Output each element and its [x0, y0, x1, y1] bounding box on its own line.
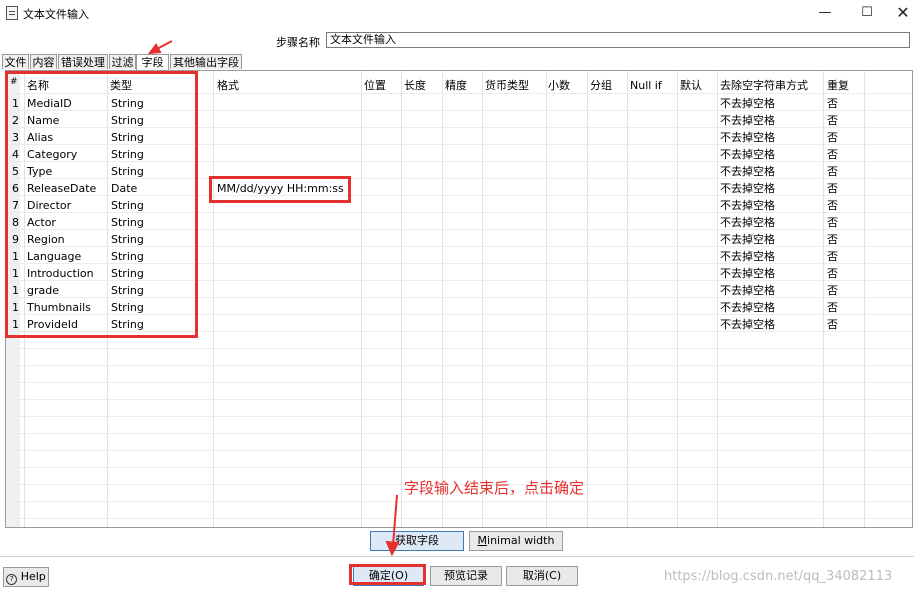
arrow-head-ok-button [385, 540, 400, 557]
arrow-to-ok-button [392, 494, 398, 546]
watermark: https://blog.csdn.net/qq_34082113 [664, 569, 893, 584]
annotation-text: 字段输入结束后，点击确定 [404, 479, 585, 497]
annotation-arrows [147, 40, 400, 557]
arrow-head-fields-tab [147, 43, 162, 55]
